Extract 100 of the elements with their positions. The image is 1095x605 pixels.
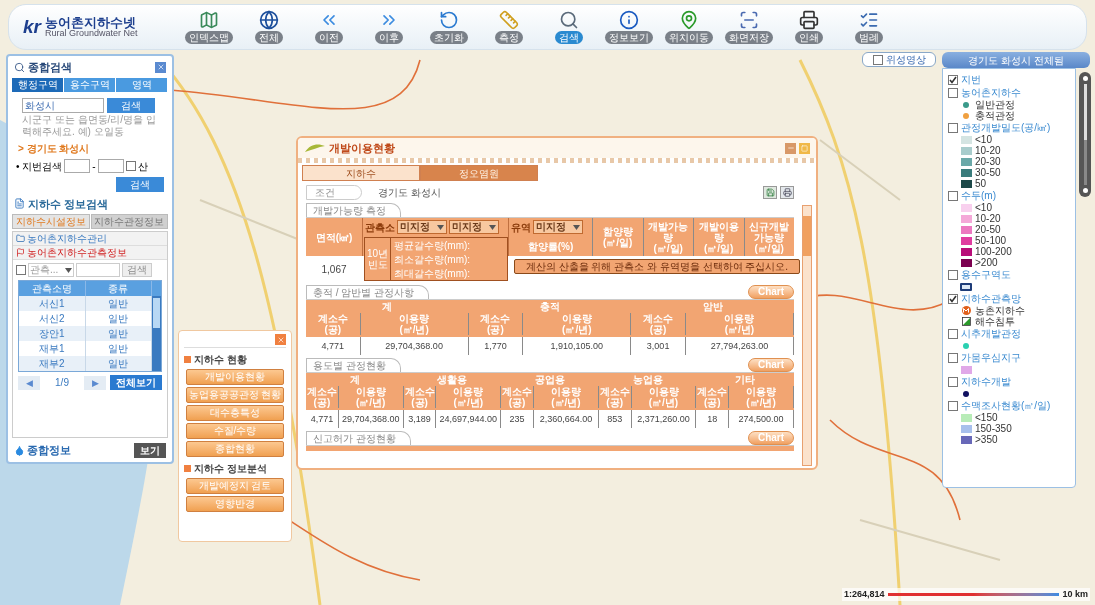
column-header: 계소수 (공) [502, 386, 533, 408]
layer-label: 시추개발관정 [961, 327, 1021, 340]
column-header: 계소수 (공) [404, 386, 435, 408]
toolbar-button[interactable]: 범례 [843, 10, 895, 44]
close-button[interactable] [155, 61, 166, 73]
group-header: 생활용 [436, 373, 469, 386]
dropdown-select[interactable]: 미지정 [449, 220, 499, 234]
minimize-button[interactable] [785, 142, 796, 154]
caret-icon [573, 224, 580, 230]
table-cell: 재부2 [19, 356, 86, 371]
map-pin-icon [679, 10, 699, 30]
filter-input[interactable] [76, 263, 120, 277]
folder-icon [16, 234, 25, 243]
basin-label: 유역 [511, 221, 531, 235]
maximize-icon [801, 144, 808, 152]
layer-checkbox[interactable] [948, 328, 958, 339]
parcel-input[interactable] [64, 159, 91, 173]
zoom-slider[interactable] [1079, 72, 1091, 197]
dialog-tab[interactable]: 지하수 [302, 165, 420, 181]
layer-checkbox[interactable] [948, 376, 958, 387]
region-button[interactable]: 경기도 화성시 전체됨 [942, 52, 1090, 68]
layer-checkbox[interactable] [948, 293, 958, 304]
legend-label: >350 [975, 434, 998, 445]
info-tab[interactable]: 지하수관정정보 [90, 214, 168, 229]
column-header: 함양량 (㎥/일) [602, 226, 633, 248]
check-icon [949, 294, 957, 303]
dropdown-select[interactable]: 미지정 [533, 220, 583, 234]
print-button[interactable] [780, 186, 794, 199]
next-button[interactable]: ▶ [84, 375, 106, 390]
scrollbar[interactable] [802, 205, 812, 466]
layer-label: 수두(m) [961, 189, 996, 202]
condition-value: 경기도 화성시 [378, 186, 441, 200]
satellite-toggle[interactable]: 위성영상 [862, 52, 936, 67]
satellite-checkbox[interactable] [872, 54, 883, 65]
column-header: 이용량 (㎥/년) [648, 386, 679, 408]
layer-checkbox[interactable] [948, 122, 958, 133]
dialog-tab[interactable]: 정오염원 [420, 165, 538, 181]
filter-checkbox[interactable] [16, 265, 26, 275]
region-tab[interactable]: 영역 [116, 77, 168, 92]
view-all-button[interactable]: 전체보기 [110, 375, 162, 390]
column-header: 이용량 (㎥/년) [453, 386, 484, 408]
minimize-icon [786, 144, 795, 152]
toolbar-button[interactable]: 검색 [543, 10, 595, 44]
group-header: 기타 [734, 373, 757, 386]
category-item[interactable]: 농어촌지하수관측정보 [13, 246, 167, 260]
layer-checkbox[interactable] [948, 352, 958, 363]
mountain-checkbox[interactable] [125, 161, 136, 171]
screen-capture-icon [739, 10, 759, 30]
filter-button[interactable]: 검색 [122, 263, 152, 277]
table-cell-text: 1,067 [320, 262, 348, 277]
dropdown-select[interactable]: 미지정 [397, 220, 447, 234]
toolbar-button[interactable]: 이후 [363, 10, 415, 44]
table-cell: 2,360,664.00 [534, 410, 599, 428]
layer-checkbox[interactable] [948, 269, 958, 280]
toolbar-button[interactable]: 인쇄 [783, 10, 835, 44]
legend-label: <10 [975, 202, 992, 213]
view-button[interactable]: 보기 [134, 442, 166, 458]
toolbar-button[interactable]: 이전 [303, 10, 355, 44]
toolbar-button[interactable]: 인덱스맵 [183, 10, 235, 44]
toolbar-button[interactable]: 초기화 [423, 10, 475, 44]
toolbar-button[interactable]: 측정 [483, 10, 535, 44]
toolbar-button[interactable]: 정보보기 [603, 10, 655, 44]
location-text: > 경기도 화성시 [17, 141, 91, 156]
table-cell: 4,771 [306, 410, 339, 428]
parcel-input[interactable] [97, 159, 124, 173]
column-header: 계소수 (공) [317, 313, 348, 335]
table-cell: 853 [598, 410, 632, 428]
layer-label: 용수구역도 [961, 268, 1011, 281]
caret-icon [65, 267, 72, 273]
region-tab[interactable]: 행정구역 [12, 77, 64, 92]
prev-button[interactable]: ◀ [18, 375, 40, 390]
parcel-label: • 지번검색 [16, 159, 63, 174]
layer-checkbox[interactable] [948, 87, 958, 98]
print-icon [782, 188, 792, 197]
region-input[interactable]: 화성시 [22, 97, 104, 113]
toolbar-button[interactable]: 전체 [243, 10, 295, 44]
info-tab[interactable]: 지하수시설정보 [12, 214, 90, 229]
separator-text: - [92, 159, 96, 174]
legend-label: 30-50 [975, 167, 1001, 178]
scrollbar[interactable] [152, 281, 161, 371]
layer-checkbox[interactable] [948, 400, 958, 411]
layer-checkbox[interactable] [948, 190, 958, 201]
layer-checkbox[interactable] [948, 74, 958, 85]
checklist-icon [859, 10, 879, 30]
parcel-search-button[interactable]: 검색 [116, 176, 164, 192]
search-button[interactable]: 검색 [107, 97, 155, 113]
filter-select[interactable]: 관측... [28, 263, 74, 277]
logo-mark: kr [23, 14, 41, 39]
column-header: 개발이용량 (㎥/일) [697, 220, 740, 254]
toolbar-button[interactable]: 화면저장 [723, 10, 775, 44]
group-header: 공업용 [534, 373, 566, 386]
excel-export-button[interactable] [763, 186, 777, 199]
document-icon [14, 198, 25, 210]
close-icon [156, 63, 165, 72]
caret-icon [437, 224, 444, 230]
layer-label: 농어촌지하수 [961, 86, 1021, 99]
toolbar-button[interactable]: 위치이동 [663, 10, 715, 44]
category-item[interactable]: 농어촌지하수관리 [13, 232, 167, 246]
column-header: 함양률(%) [526, 240, 575, 254]
region-tab[interactable]: 용수구역 [64, 77, 116, 92]
